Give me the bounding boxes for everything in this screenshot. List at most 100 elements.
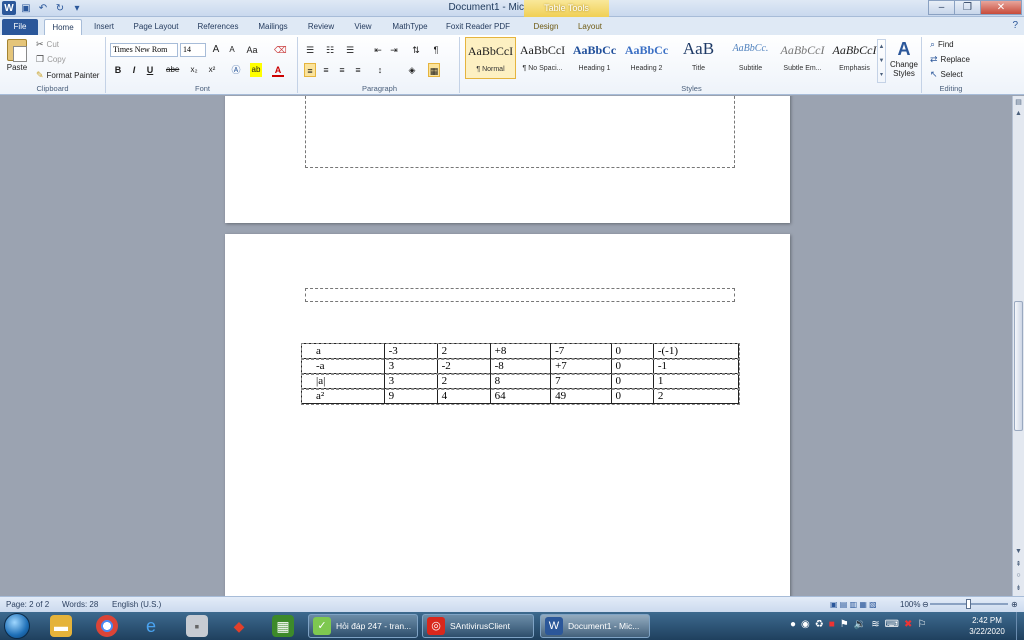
multilevel-list-icon[interactable]: ☰ [344,43,356,57]
tray-flag-icon[interactable]: ⚑ [840,619,849,630]
style-heading-2[interactable]: AaBbCc Heading 2 [621,37,672,79]
bullets-icon[interactable]: ☰ [304,43,316,57]
help-icon[interactable]: ? [1012,20,1018,31]
table-cell[interactable]: -7 [550,343,612,359]
sort-icon[interactable]: ⇅ [410,43,422,57]
tab-insert[interactable]: Insert [86,19,122,35]
table-cell[interactable]: 9 [383,388,438,404]
style-heading-1[interactable]: AaBbCc Heading 1 [569,37,620,79]
tab-mailings[interactable]: Mailings [250,19,296,35]
tray-action-center-icon[interactable]: ⚐ [917,619,926,630]
table-cell[interactable]: |a| [301,373,385,389]
text-effects-icon[interactable]: Ⓐ [230,63,242,77]
view-buttons[interactable]: ▣ ▤ ▥ ▦ ▧ [830,600,877,609]
font-name-box[interactable]: Times New Rom [110,43,178,57]
tray-volume-icon[interactable]: 🔉 [854,619,866,630]
copy-button[interactable]: ❐ Copy [36,54,66,65]
tray-wifi-icon[interactable]: ≋ [871,619,879,630]
table-cell[interactable]: +7 [550,358,612,374]
styles-gallery-scroll[interactable]: ▲ ▼ ▾ [877,39,886,83]
numbering-icon[interactable]: ☷ [324,43,336,57]
bold-button[interactable]: B [112,63,124,77]
style-subtle-emphasis[interactable]: AaBbCcI Subtle Em... [777,37,828,79]
underline-button[interactable]: U [144,63,156,77]
table-cell[interactable]: 2 [436,373,491,389]
strikethrough-button[interactable]: abe [166,63,179,77]
table-cell[interactable]: 49 [550,388,612,404]
tab-file[interactable]: File [2,19,38,35]
italic-button[interactable]: I [128,63,140,77]
explorer-icon[interactable]: ▬ [50,615,72,637]
scroll-down-icon[interactable]: ▼ [1013,548,1024,555]
change-styles-button[interactable]: A Change Styles [889,39,919,78]
scroll-thumb[interactable] [1014,301,1023,431]
shrink-font-button[interactable]: A [226,43,238,57]
tab-view[interactable]: View [346,19,380,35]
text-box[interactable] [305,96,735,168]
table-cell[interactable]: -8 [489,358,552,374]
find-button[interactable]: ⌕ Find [930,39,954,50]
tray-app-icon[interactable]: ● [790,619,796,630]
page-count[interactable]: Page: 2 of 2 [6,600,49,609]
language-indicator[interactable]: English (U.S.) [112,600,161,609]
internet-explorer-icon[interactable]: e [140,615,162,637]
scroll-up-icon[interactable]: ▲ [1013,110,1024,117]
zoom-slider-knob[interactable] [966,599,971,609]
font-color-button[interactable]: A [272,63,284,77]
grow-font-button[interactable]: A [210,43,222,57]
style-normal[interactable]: AaBbCcI ¶ Normal [465,37,516,79]
table-cell[interactable]: -a [301,358,385,374]
table-cell[interactable]: 8 [489,373,552,389]
show-marks-button[interactable]: ¶ [430,43,442,57]
tab-review[interactable]: Review [300,19,342,35]
table-cell[interactable]: a² [301,388,385,404]
table-cell[interactable]: 4 [436,388,491,404]
table-cell[interactable]: -2 [436,358,491,374]
start-button[interactable] [4,613,30,639]
table-cell[interactable]: 2 [436,343,491,359]
superscript-button[interactable]: x² [206,63,218,77]
table-cell[interactable]: -3 [383,343,438,359]
tab-design[interactable]: Design [526,19,566,35]
line-spacing-icon[interactable]: ↕ [374,63,386,77]
browse-object-icon[interactable]: ○ [1013,572,1024,579]
format-painter-button[interactable]: ✎ Format Painter [36,70,99,81]
task-word[interactable]: W Document1 - Mic... [540,614,650,638]
tab-mathtype[interactable]: MathType [384,19,436,35]
ruler-toggle-icon[interactable]: ▤ [1013,98,1024,106]
table-cell[interactable]: 0 [610,343,654,359]
chrome-icon[interactable] [96,615,118,637]
previous-page-icon[interactable]: ⇞ [1013,560,1024,568]
table-cell[interactable]: 7 [550,373,612,389]
tab-references[interactable]: References [190,19,246,35]
style-no-spacing[interactable]: AaBbCcI ¶ No Spaci... [517,37,568,79]
game-icon[interactable]: ▦ [272,615,294,637]
minimize-button[interactable]: – [928,0,955,15]
tab-foxit-reader-pdf[interactable]: Foxit Reader PDF [440,19,516,35]
table-cell[interactable]: 0 [610,388,654,404]
clear-formatting-icon[interactable]: ⌫ [274,43,287,57]
tray-shield-icon[interactable]: ■ [829,619,835,630]
table-cell[interactable]: 3 [383,358,438,374]
decrease-indent-icon[interactable]: ⇤ [372,43,384,57]
tray-network-icon[interactable]: ◉ [801,619,810,630]
table-cell[interactable]: a [301,343,385,359]
task-browser[interactable]: ✓ Hỏi đáp 247 - tran... [308,614,418,638]
style-subtitle[interactable]: AaBbCc. Subtitle [725,37,776,79]
tab-home[interactable]: Home [44,19,82,35]
zoom-out-icon[interactable]: ⊖ [922,600,929,609]
next-page-icon[interactable]: ⇟ [1013,584,1024,592]
table-cell[interactable]: +8 [489,343,552,359]
align-left-icon[interactable]: ≡ [304,63,316,77]
paste-button[interactable]: Paste [4,39,30,72]
align-right-icon[interactable]: ≡ [336,63,348,77]
zoom-in-icon[interactable]: ⊕ [1011,600,1018,609]
empty-paragraph-box[interactable] [305,288,735,302]
value-table[interactable]: a -3 2 +8 -7 0 -(-1) -a 3 -2 -8 +7 0 -1 [300,342,740,405]
table-cell[interactable]: 3 [383,373,438,389]
table-cell[interactable]: -1 [652,358,740,374]
table-cell[interactable]: 64 [489,388,552,404]
show-desktop-button[interactable] [1016,612,1024,640]
table-cell[interactable]: 0 [610,373,654,389]
maximize-button[interactable]: ❐ [954,0,981,15]
